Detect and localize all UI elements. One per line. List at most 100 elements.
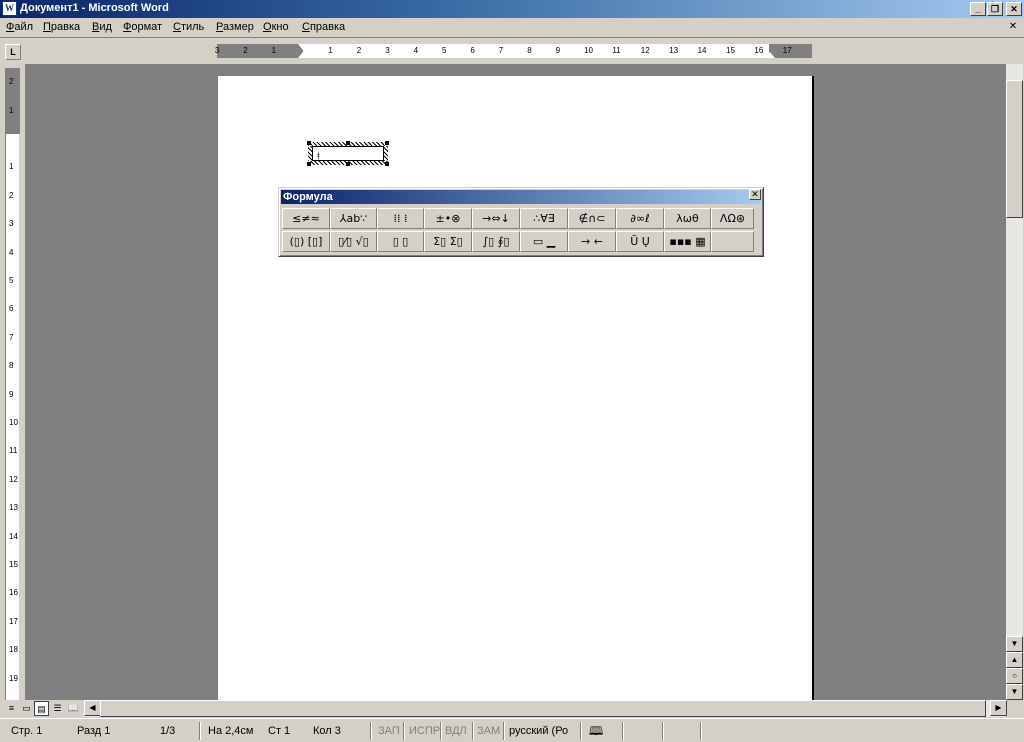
status-overtype[interactable]: ЗАМ [474,722,500,740]
menu-size[interactable]: Размер [216,21,254,33]
spelling-status-icon[interactable]: 🕮 [586,722,603,740]
formula-palette-row1-6[interactable]: ∴∀∃ [520,208,568,229]
formula-palette-row2-8[interactable]: Ū Ų [616,231,664,252]
title-bar[interactable]: W Документ1 - Microsoft Word _ ❐ ✕ [0,0,1024,18]
formula-palette-row2-2[interactable]: ▯⁄▯ √▯ [330,231,377,252]
formula-palette-row2-1[interactable]: (▯) [▯] [282,231,330,252]
select-browse-object-icon[interactable]: ○ [1006,668,1023,684]
formula-palette-row1-2[interactable]: ⅄ab∵ [330,208,377,229]
vertical-ruler-tick-label: 11 [9,446,18,456]
scroll-right-icon[interactable]: ▶ [990,700,1007,716]
menu-format[interactable]: Формат [123,21,162,33]
status-language[interactable]: русский (Ро [506,722,568,740]
menu-edit[interactable]: Правка [43,21,80,33]
formula-palette-row2-4[interactable]: Σ▯ Σ▯ [424,231,472,252]
tab-selector[interactable]: L [5,44,21,60]
menu-file[interactable]: Файл [6,21,33,33]
formula-palette-row2-6[interactable]: ▭ ▁ [520,231,568,252]
vertical-scrollbar[interactable]: ▼ ▲ ○ ▼ [1006,64,1023,700]
resize-handle-tr[interactable] [385,141,389,145]
vertical-ruler-tick-label: 2 [9,190,14,200]
vertical-ruler-tick-label: 17 [9,616,18,626]
ruler-tick-label: 3 [214,46,220,55]
resize-handle-bl[interactable] [307,162,311,166]
formula-palette-row2-9[interactable]: ▪▪▪ ▦ [664,231,711,252]
status-rec[interactable]: ЗАП [375,722,400,740]
ruler-tick-label: 1 [271,46,277,55]
document-area[interactable]: ǂ [25,64,1006,700]
formula-palette-row2-5[interactable]: ∫▯ ∮▯ [472,231,520,252]
normal-view-icon[interactable]: ≡ [4,701,19,716]
next-page-icon[interactable]: ▼ [1006,684,1023,700]
ruler-tick-label: 15 [726,46,735,55]
scroll-left-icon[interactable]: ◀ [84,700,101,716]
resize-handle-br[interactable] [385,162,389,166]
ruler-tick-label: 10 [584,46,593,55]
formula-palette-row1-7[interactable]: ∉∩⊂ [568,208,616,229]
horizontal-scroll-thumb[interactable] [100,700,986,717]
horizontal-scrollbar[interactable]: ◀ ▶ [84,700,1007,717]
equation-edit-field[interactable]: ǂ [312,146,384,162]
formula-palette-row1-1[interactable]: ≤≠≈ [282,208,330,229]
right-indent-marker[interactable] [765,52,775,58]
vertical-ruler-tick-label: 8 [9,361,14,371]
vertical-ruler-tick-label: 9 [9,389,14,399]
previous-page-icon[interactable]: ▲ [1006,652,1023,668]
left-indent-marker[interactable] [298,52,308,58]
vertical-ruler-tick-label: 3 [9,219,14,229]
formula-toolbar-close-icon[interactable]: ✕ [749,189,761,200]
menu-style[interactable]: Стиль [173,21,204,33]
ruler-tick-label: 4 [413,46,419,55]
vertical-ruler-tick-label: 1 [9,105,14,115]
formula-palette-row1-9[interactable]: λωθ [664,208,711,229]
status-column: Кол 3 [313,725,341,737]
menu-view[interactable]: Вид [92,21,112,33]
formula-palette-row1-3[interactable]: ⁞⁞ ⁞ [377,208,424,229]
ruler-tick-label: 9 [555,46,561,55]
scroll-down-icon[interactable]: ▼ [1006,636,1023,652]
ruler-tick-label: 12 [640,46,650,55]
vertical-ruler-tick-label: 6 [9,304,14,314]
restore-button[interactable]: ❐ [987,2,1003,16]
outline-view-icon[interactable]: ☰ [50,701,65,716]
formula-palette-row1-5[interactable]: →⇔↓ [472,208,520,229]
vertical-ruler-tick-label: 13 [9,503,18,513]
ruler-tick-label: 6 [470,46,475,55]
print-layout-view-icon[interactable]: ▤ [34,701,49,716]
formula-palette-row2-10[interactable] [711,231,754,252]
document-page[interactable]: ǂ [218,76,814,700]
vertical-ruler-tick-label: 1 [9,162,14,172]
resize-handle-b[interactable] [346,162,350,166]
menu-window[interactable]: Окно [263,21,289,33]
formula-toolbar[interactable]: Формула ✕ ≤≠≈ ⅄ab∵ ⁞⁞ ⁞ ±•⊗ →⇔↓ ∴∀∃ ∉∩⊂ ∂∞ℓ λωθ Λ… [278,187,764,257]
status-position: На 2,4см [208,725,254,737]
formula-palette-row2-7[interactable]: → ← [568,231,616,252]
equation-object[interactable]: ǂ [307,141,389,166]
first-line-indent-marker[interactable] [298,44,308,50]
horizontal-ruler[interactable]: 3 2 1 1 2 3 4 5 6 7 8 9 10 11 12 13 14 15 16 17 [214,44,812,58]
menu-bar: Файл Правка Вид Формат Стиль Размер Окно… [0,18,1024,38]
vertical-scroll-thumb[interactable] [1006,80,1023,218]
vertical-ruler-tick-label: 19 [9,673,18,683]
close-button[interactable]: ✕ [1006,2,1022,16]
vertical-ruler[interactable]: 211234567891011121314151617181920 [5,68,20,711]
resize-handle-tl[interactable] [307,141,311,145]
vertical-ruler-tick-label: 14 [9,531,18,541]
vertical-ruler-tick-label: 5 [9,276,14,285]
word-document-icon[interactable]: W [2,1,17,16]
status-extend[interactable]: ВДЛ [442,722,467,740]
formula-palette-row1-4[interactable]: ±•⊗ [424,208,472,229]
web-view-icon[interactable]: ▭ [19,701,34,716]
reading-view-icon[interactable]: 📖 [66,701,81,716]
vertical-ruler-tick-label: 7 [9,332,14,342]
horizontal-scroll-row: ≡ ▭ ▤ ☰ 📖 ◀ ▶ [0,700,1024,717]
close-document-icon[interactable]: ✕ [1006,21,1020,34]
formula-palette-row1-10[interactable]: ΛΩ⊛ [711,208,754,229]
status-track[interactable]: ИСПР [406,722,440,740]
formula-palette-row1-8[interactable]: ∂∞ℓ [616,208,664,229]
formula-palette-row2-3[interactable]: ▯ ▯ [377,231,424,252]
formula-toolbar-title[interactable]: Формула [281,190,761,204]
menu-help[interactable]: Справка [302,21,345,33]
resize-handle-t[interactable] [346,141,350,145]
minimize-button[interactable]: _ [970,2,986,16]
